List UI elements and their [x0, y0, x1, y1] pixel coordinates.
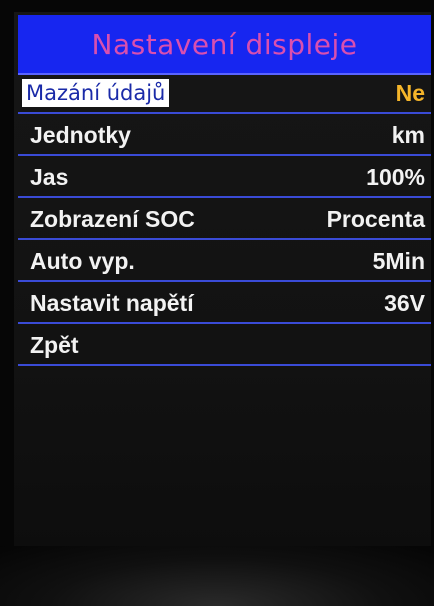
menu-item-value: 5Min: [372, 247, 425, 274]
menu-item-data-reset[interactable]: Mazání údajů Ne: [18, 74, 431, 114]
menu-item-label: Nastavit napětí: [30, 289, 194, 316]
menu-item-value: 100%: [366, 163, 425, 190]
menu-item-label: Zobrazení SOC: [30, 205, 195, 232]
menu-item-units[interactable]: Jednotky km: [18, 116, 431, 156]
menu-item-value: Ne: [395, 79, 425, 106]
menu-item-back[interactable]: Zpět: [18, 326, 431, 366]
menu-item-value: km: [391, 121, 425, 148]
display-screen: Nastavení displeje Mazání údajů Ne Jedno…: [14, 12, 431, 587]
menu-item-soc-display[interactable]: Zobrazení SOC Procenta: [18, 200, 431, 240]
menu-item-label: Zpět: [30, 331, 79, 358]
menu-item-label: Mazání údajů: [22, 79, 170, 107]
menu-item-value: Procenta: [326, 205, 425, 232]
device-bezel: [0, 546, 434, 606]
menu-item-brightness[interactable]: Jas 100%: [18, 158, 431, 198]
device-frame: Nastavení displeje Mazání údajů Ne Jedno…: [0, 0, 434, 606]
menu-item-label: Auto vyp.: [30, 247, 135, 274]
menu-item-auto-off[interactable]: Auto vyp. 5Min: [18, 242, 431, 282]
menu-item-set-voltage[interactable]: Nastavit napětí 36V: [18, 284, 431, 324]
menu-item-label: Jas: [30, 163, 69, 190]
menu-item-label: Jednotky: [30, 121, 131, 148]
page-title: Nastavení displeje: [91, 27, 358, 61]
title-bar: Nastavení displeje: [18, 15, 431, 75]
menu-item-value: 36V: [384, 289, 425, 316]
